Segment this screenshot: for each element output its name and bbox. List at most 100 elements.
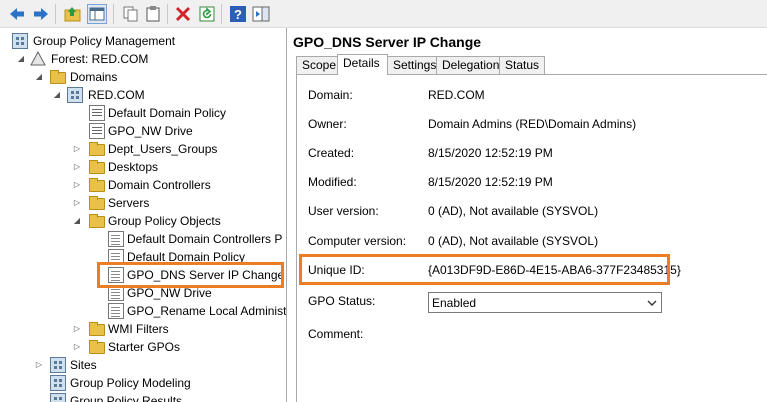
expand-arrow-icon[interactable]: ▷ — [34, 356, 44, 374]
domain-label: Domain: — [308, 88, 353, 102]
back-arrow-icon — [10, 8, 24, 20]
folder-icon — [89, 340, 105, 354]
sites-icon — [50, 357, 66, 373]
forward-arrow-icon — [34, 8, 48, 20]
gpo-title: GPO_DNS Server IP Change — [293, 34, 482, 50]
user-version-label: User version: — [308, 204, 379, 218]
unique-id-label: Unique ID: — [308, 263, 365, 277]
gpo-icon — [108, 249, 124, 265]
console-tree: Group Policy Management ◢ Forest: RED.CO… — [0, 28, 287, 402]
collapse-arrow-icon[interactable]: ◢ — [34, 68, 44, 86]
show-action-pane-button[interactable] — [251, 4, 271, 24]
svg-text:?: ? — [234, 7, 242, 22]
paste-button[interactable] — [143, 4, 163, 24]
gpo-icon — [108, 303, 124, 319]
computer-version-label: Computer version: — [308, 234, 407, 248]
tree-node-label: Starter GPOs — [108, 340, 181, 354]
tree-node-label: Domain Controllers — [108, 178, 211, 192]
collapse-arrow-icon[interactable]: ◢ — [72, 212, 82, 230]
owner-value: Domain Admins (RED\Domain Admins) — [428, 117, 637, 131]
delete-icon — [175, 6, 191, 22]
tree-node-label: Dept_Users_Groups — [108, 142, 218, 156]
gpo-status-value: Enabled — [432, 296, 477, 310]
gpo-icon — [108, 285, 124, 301]
tree-node-label: GPO_NW Drive — [127, 286, 212, 300]
show-action-pane-icon — [252, 6, 270, 22]
expand-arrow-icon[interactable]: ▷ — [72, 176, 82, 194]
gpo-link-icon — [89, 105, 105, 121]
copy-icon — [123, 6, 138, 22]
gpo-status-dropdown[interactable]: Enabled — [428, 292, 662, 313]
expand-arrow-icon[interactable]: ▷ — [72, 338, 82, 356]
ou-folder-icon — [89, 142, 105, 156]
modified-value: 8/15/2020 12:52:19 PM — [428, 175, 553, 189]
gpo-icon — [108, 231, 124, 247]
up-folder-icon — [64, 7, 81, 22]
tree-node-label: Default Domain Policy — [127, 250, 246, 264]
folder-icon — [89, 322, 105, 336]
folder-icon — [89, 214, 105, 228]
gpo-icon — [108, 267, 124, 283]
created-value: 8/15/2020 12:52:19 PM — [428, 146, 553, 160]
chevron-down-icon — [647, 300, 657, 306]
tree-node-label: RED.COM — [88, 88, 145, 102]
expand-arrow-icon[interactable]: ▷ — [72, 158, 82, 176]
owner-label: Owner: — [308, 117, 347, 131]
collapse-arrow-icon[interactable]: ◢ — [52, 86, 62, 104]
gpo-link-icon — [89, 123, 105, 139]
tab-status[interactable]: Status — [499, 56, 545, 74]
ou-folder-icon — [89, 178, 105, 192]
refresh-icon — [199, 6, 215, 22]
expand-arrow-icon[interactable]: ▷ — [72, 194, 82, 212]
delete-button[interactable] — [173, 4, 193, 24]
forest-icon — [30, 50, 46, 67]
unique-id-value: {A013DF9D-E86D-4E15-ABA6-377F23485315} — [428, 263, 681, 277]
expand-arrow-icon[interactable]: ▷ — [72, 140, 82, 158]
tree-node-label: Group Policy Management — [33, 34, 176, 48]
tree-node-label: GPO_DNS Server IP Change — [127, 268, 285, 282]
tree-node-label: Forest: RED.COM — [51, 52, 149, 66]
user-version-value: 0 (AD), Not available (SYSVOL) — [428, 204, 599, 218]
up-one-level-button[interactable] — [63, 4, 83, 24]
tab-details[interactable]: Details — [337, 54, 388, 75]
tab-settings[interactable]: Settings — [387, 56, 437, 74]
domain-value: RED.COM — [428, 88, 485, 102]
tab-scope[interactable]: Scope — [296, 56, 338, 74]
ou-folder-icon — [89, 196, 105, 210]
ou-folder-icon — [89, 160, 105, 174]
tree-node-label: Group Policy Modeling — [70, 376, 191, 390]
tree-node-label: GPO_NW Drive — [108, 124, 193, 138]
tree-node-label: GPO_Rename Local Administ — [127, 304, 287, 318]
computer-version-value: 0 (AD), Not available (SYSVOL) — [428, 234, 599, 248]
details-pane: GPO_DNS Server IP Change Scope Details S… — [288, 28, 767, 402]
tree-node-label: Default Domain Controllers P — [127, 232, 283, 246]
modeling-icon — [50, 375, 66, 391]
tree-node-label: Servers — [108, 196, 150, 210]
gpo-status-label: GPO Status: — [308, 294, 376, 308]
show-hide-console-tree-button[interactable] — [87, 4, 107, 24]
tree-node-label: Desktops — [108, 160, 159, 174]
tree-node-label: Sites — [70, 358, 97, 372]
toolbar: ? — [0, 0, 767, 28]
tab-delegation[interactable]: Delegation — [436, 56, 500, 74]
expand-arrow-icon[interactable]: ▷ — [72, 320, 82, 338]
paste-icon — [146, 6, 160, 22]
comment-label: Comment: — [308, 327, 364, 341]
tree-node-label: Default Domain Policy — [108, 106, 227, 120]
group-policy-management-icon — [12, 33, 28, 49]
folder-icon — [50, 70, 66, 84]
tree-node-label: Domains — [70, 70, 118, 84]
domain-icon — [67, 87, 83, 103]
help-button[interactable]: ? — [228, 4, 248, 24]
refresh-button[interactable] — [197, 4, 217, 24]
tree-node-label: Group Policy Results — [70, 394, 183, 402]
forward-button[interactable] — [31, 4, 51, 24]
collapse-arrow-icon[interactable]: ◢ — [16, 50, 26, 68]
tree-node-label: Group Policy Objects — [108, 214, 221, 228]
back-button[interactable] — [7, 4, 27, 24]
copy-button[interactable] — [121, 4, 141, 24]
tree-node-label: WMI Filters — [108, 322, 169, 336]
created-label: Created: — [308, 146, 355, 160]
results-icon — [50, 393, 66, 402]
help-icon: ? — [230, 6, 246, 22]
